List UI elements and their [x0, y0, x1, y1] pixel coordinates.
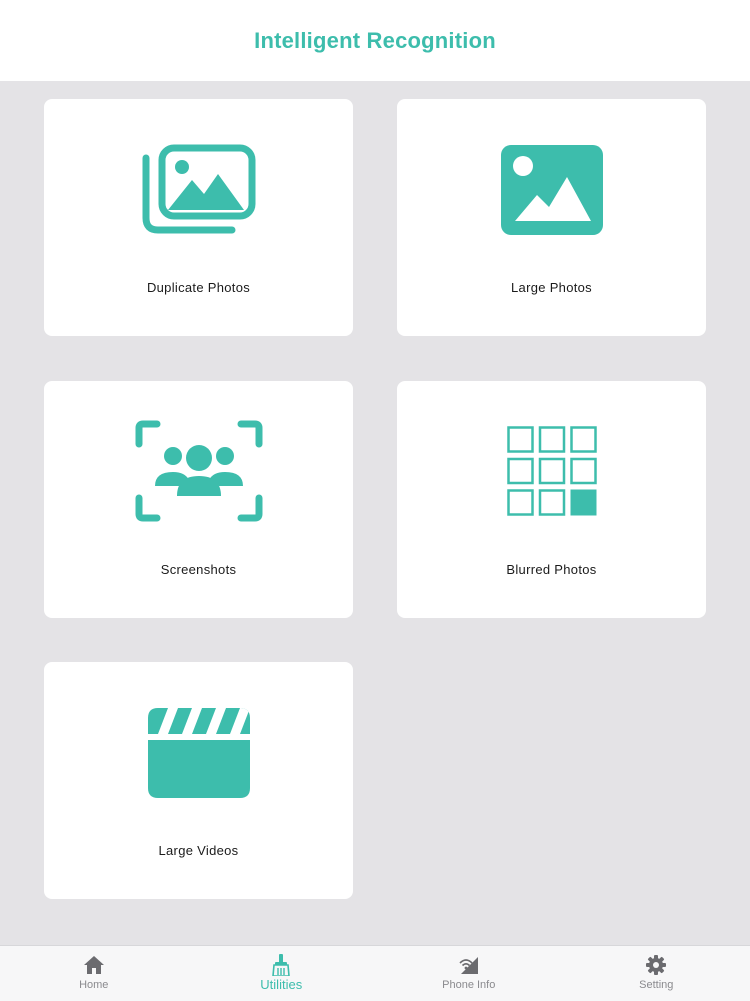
tab-bar: Home Utilities Phone Info — [0, 945, 750, 1001]
tab-utilities[interactable]: Utilities — [188, 946, 376, 1001]
tab-label: Utilities — [260, 977, 302, 992]
broom-icon — [271, 954, 291, 976]
card-label: Large Photos — [397, 280, 706, 295]
header-bar: Intelligent Recognition — [0, 0, 750, 81]
clapperboard-icon — [148, 708, 250, 803]
face-scan-icon — [135, 420, 263, 527]
tab-home[interactable]: Home — [0, 946, 188, 1001]
gear-icon — [646, 954, 666, 976]
blurred-photos-card[interactable]: Blurred Photos — [397, 381, 706, 618]
tab-label: Home — [79, 979, 108, 991]
signal-icon — [459, 954, 479, 976]
duplicate-photos-card[interactable]: Duplicate Photos — [44, 99, 353, 336]
tab-phone-info[interactable]: Phone Info — [375, 946, 563, 1001]
tab-label: Phone Info — [442, 979, 495, 991]
home-icon — [84, 954, 104, 976]
large-videos-card[interactable]: Large Videos — [44, 662, 353, 899]
grid-icon — [507, 426, 597, 521]
screenshots-card[interactable]: Screenshots — [44, 381, 353, 618]
page-title: Intelligent Recognition — [254, 28, 496, 54]
card-label: Screenshots — [44, 562, 353, 577]
duplicate-photos-icon — [140, 144, 258, 241]
card-label: Large Videos — [44, 843, 353, 858]
tab-label: Setting — [639, 979, 673, 991]
large-photos-card[interactable]: Large Photos — [397, 99, 706, 336]
large-photo-icon — [501, 145, 603, 240]
card-label: Duplicate Photos — [44, 280, 353, 295]
tab-setting[interactable]: Setting — [563, 946, 750, 1001]
card-label: Blurred Photos — [397, 562, 706, 577]
